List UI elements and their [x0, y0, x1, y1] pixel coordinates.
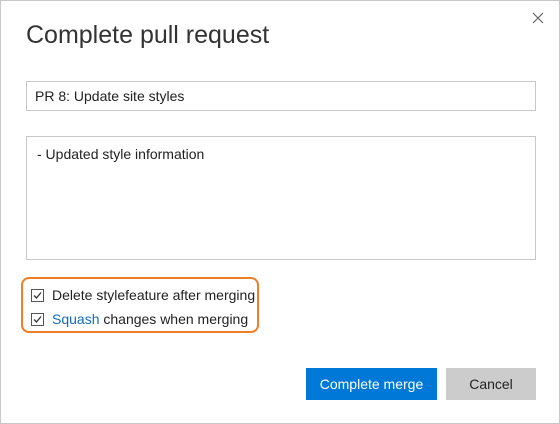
squash-option[interactable]: Squash changes when merging [31, 311, 248, 327]
squash-label: changes when merging [99, 311, 249, 327]
delete-branch-label: Delete stylefeature after merging [52, 287, 256, 303]
checkmark-icon [33, 315, 42, 323]
checkmark-icon [33, 291, 42, 299]
pr-title-input[interactable] [26, 81, 536, 111]
delete-branch-option[interactable]: Delete stylefeature after merging [31, 287, 255, 303]
close-button[interactable] [527, 7, 549, 29]
complete-pull-request-dialog: Complete pull request - Updated style in… [0, 0, 560, 424]
dialog-title: Complete pull request [26, 21, 270, 49]
close-icon [532, 12, 544, 24]
merge-options-highlight: Delete stylefeature after merging Squash… [21, 277, 259, 333]
squash-checkbox[interactable] [31, 312, 44, 326]
pr-description-input[interactable]: - Updated style information [26, 136, 536, 260]
cancel-button[interactable]: Cancel [446, 368, 536, 400]
squash-link[interactable]: Squash [52, 311, 99, 327]
delete-branch-checkbox[interactable] [31, 288, 44, 302]
complete-merge-button[interactable]: Complete merge [306, 368, 437, 400]
